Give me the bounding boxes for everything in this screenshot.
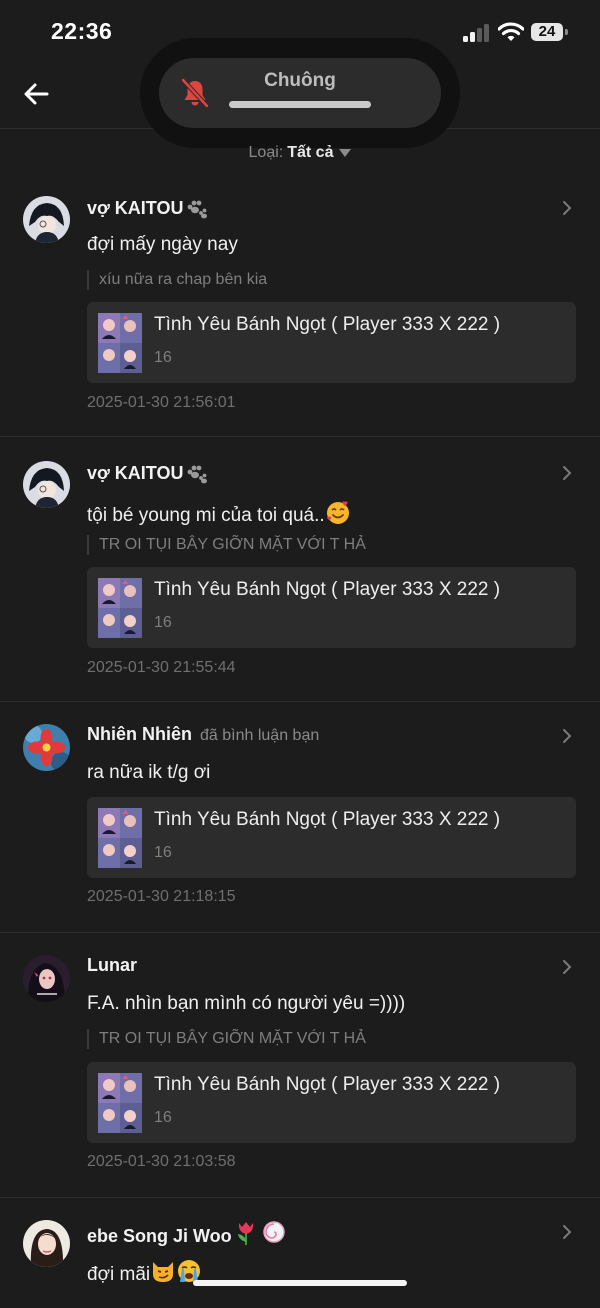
filter-dropdown[interactable]: Loại: Tất cả [0,144,600,162]
wifi-icon [498,22,524,41]
notification-user: Lunar [87,955,137,976]
cellular-signal-icon [463,24,491,42]
quoted-text: TR OI TỤI BÂY GIỠN MẶT VỚI T HẢ [87,535,366,555]
chevron-right-icon [563,1225,572,1239]
avatar[interactable] [23,724,70,771]
smirking-cat-icon [153,1262,174,1282]
quoted-text: TR OI TỤI BÂY GIỠN MẶT VỚI T HẢ [87,1029,366,1049]
user-name: Nhiên Nhiên [87,724,193,744]
caret-down-icon [339,148,352,157]
story-count: 16 [154,614,172,631]
story-title: Tình Yêu Bánh Ngọt ( Player 333 X 222 ) [154,1074,501,1095]
ringer-overlay: Chuông [159,58,441,128]
story-thumbnail [98,808,142,868]
notification-user: vợ KAITOU [87,198,210,220]
notification-item[interactable]: vợ KAITOU đợi mấy ngày nay xíu nữa ra ch… [0,172,600,437]
back-arrow-icon[interactable] [20,77,54,111]
filter-label: Loại: [248,144,284,161]
story-card[interactable]: Tình Yêu Bánh Ngọt ( Player 333 X 222 ) … [87,1062,576,1143]
notification-user: Nhiên Nhiên đã bình luận bạn [87,724,319,745]
notification-item[interactable]: Nhiên Nhiên đã bình luận bạn ra nữa ik t/… [0,702,600,933]
comment-text: đợi mãi [87,1264,151,1285]
timestamp: 2025-01-30 21:03:58 [87,1153,236,1170]
comment-row: đợi mãi [87,1258,202,1286]
smiling-face-with-hearts-icon [326,501,349,524]
ringer-volume-bar [229,101,371,108]
bell-muted-icon [181,78,209,108]
ringer-label: Chuông [264,70,336,91]
comment-text: tội bé young mi của toi quá.. [87,505,325,526]
story-thumbnail [98,1073,142,1133]
chevron-right-icon [563,201,572,215]
story-card[interactable]: Tình Yêu Bánh Ngọt ( Player 333 X 222 ) … [87,797,576,878]
user-name: ebe Song Ji Woo [87,1226,232,1246]
story-title: Tình Yêu Bánh Ngọt ( Player 333 X 222 ) [154,314,501,335]
story-thumbnail [98,578,142,638]
battery-icon: 24 [531,23,563,41]
comment-row: tội bé young mi của toi quá.. [87,499,351,527]
story-title: Tình Yêu Bánh Ngọt ( Player 333 X 222 ) [154,579,501,600]
tulip-icon [237,1222,253,1245]
story-title: Tình Yêu Bánh Ngọt ( Player 333 X 222 ) [154,809,501,830]
chevron-right-icon [563,960,572,974]
timestamp: 2025-01-30 21:18:15 [87,888,236,905]
home-indicator[interactable] [193,1280,407,1286]
notification-item[interactable]: vợ KAITOU tội bé young mi của toi quá.. … [0,437,600,702]
chevron-right-icon [563,466,572,480]
story-count: 16 [154,844,172,861]
story-card[interactable]: Tình Yêu Bánh Ngọt ( Player 333 X 222 ) … [87,567,576,648]
user-name: Lunar [87,955,138,975]
avatar[interactable] [23,461,70,508]
comment-text: F.A. nhìn bạn mình có người yêu =)))) [87,993,406,1014]
timestamp: 2025-01-30 21:56:01 [87,394,236,411]
notification-item[interactable]: ebe Song Ji Woo đợi mãi [0,1198,600,1308]
story-card[interactable]: Tình Yêu Bánh Ngọt ( Player 333 X 222 ) … [87,302,576,383]
story-count: 16 [154,349,172,366]
battery-tip [565,29,568,35]
chevron-right-icon [563,729,572,743]
header: Chuông [0,38,600,148]
lollipop-icon [262,1221,285,1243]
comment-text: ra nữa ik t/g ơi [87,762,211,783]
notification-user: ebe Song Ji Woo [87,1220,286,1247]
quoted-text: xíu nữa ra chap bên kia [87,270,267,290]
story-count: 16 [154,1109,172,1126]
timestamp: 2025-01-30 21:55:44 [87,659,236,676]
story-thumbnail [98,313,142,373]
notification-item[interactable]: Lunar F.A. nhìn bạn mình có người yêu =)… [0,933,600,1198]
avatar[interactable] [23,955,70,1002]
notification-user: vợ KAITOU [87,463,210,485]
avatar[interactable] [23,196,70,243]
user-name: vợ KAITOU [87,198,184,218]
paw-icon [188,200,208,219]
avatar[interactable] [23,1220,70,1267]
action-text: đã bình luận bạn [200,727,320,744]
comment-text: đợi mấy ngày nay [87,234,238,255]
status-time: 22:36 [51,18,113,44]
notification-list: vợ KAITOU đợi mấy ngày nay xíu nữa ra ch… [0,172,600,1308]
paw-icon [188,465,208,484]
user-name: vợ KAITOU [87,463,184,483]
filter-value: Tất cả [287,144,334,161]
